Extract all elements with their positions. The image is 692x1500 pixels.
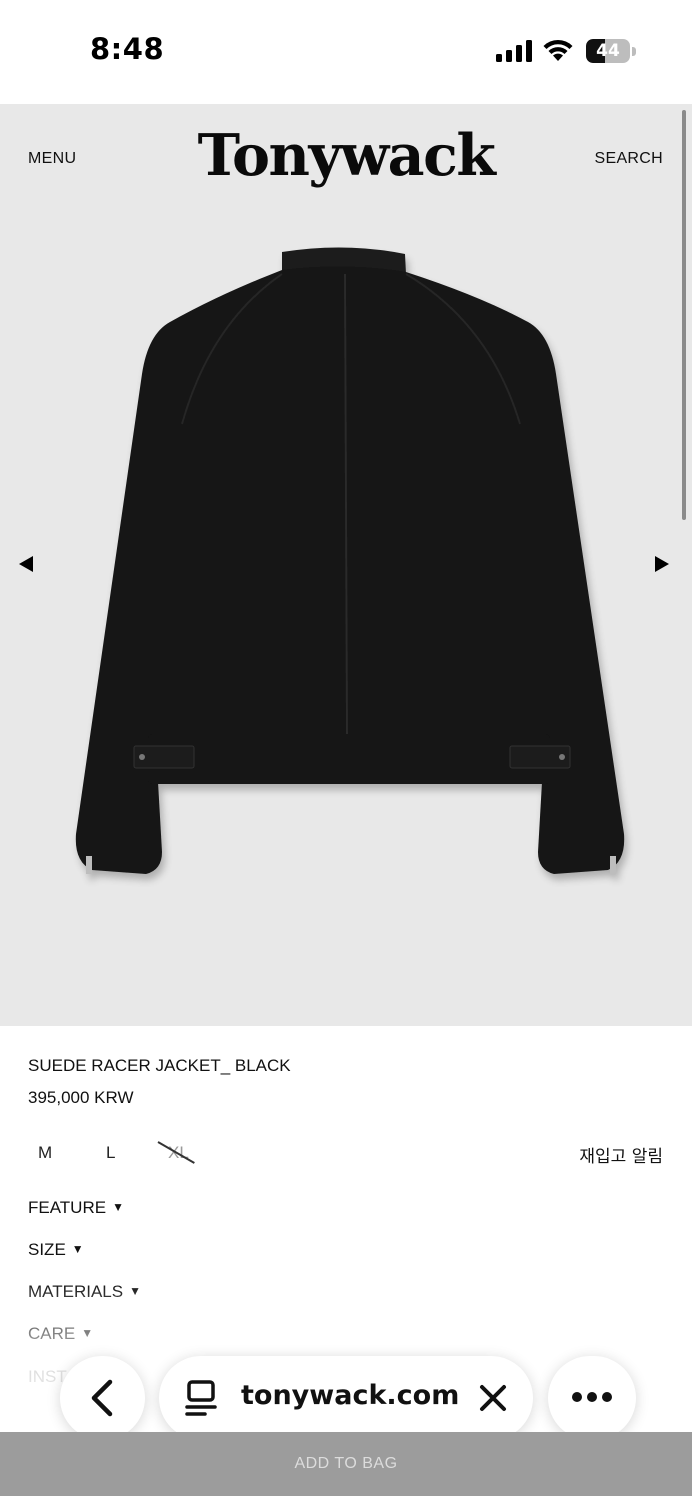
product-image — [75, 247, 625, 874]
accordion-size-label: SIZE — [28, 1240, 66, 1259]
clear-icon[interactable] — [477, 1382, 509, 1414]
brand-logo[interactable]: Tonywack — [0, 122, 692, 189]
caret-down-icon: ▼ — [129, 1284, 141, 1298]
product-price: 395,000 KRW — [28, 1088, 134, 1107]
back-chevron-icon — [91, 1379, 113, 1417]
battery-level: 44 — [596, 41, 620, 61]
accordion-materials[interactable]: MATERIALS ▼ — [28, 1282, 141, 1302]
status-time: 8:48 — [90, 32, 165, 66]
browser-back-button[interactable] — [60, 1356, 145, 1440]
triangle-right-icon[interactable] — [655, 556, 669, 572]
battery-cap — [632, 47, 636, 56]
caret-down-icon: ▼ — [112, 1200, 124, 1214]
accordion-instructions-label: INST — [28, 1367, 67, 1386]
add-to-bag-button[interactable]: ADD TO BAG — [0, 1432, 692, 1496]
accordion-care-label: CARE — [28, 1324, 76, 1343]
add-to-bag-label: ADD TO BAG — [294, 1455, 398, 1472]
size-option-l[interactable]: L — [106, 1143, 115, 1163]
battery-icon: 44 — [586, 39, 636, 63]
status-bar: 8:48 44 — [0, 0, 692, 104]
size-option-m[interactable]: M — [38, 1143, 52, 1163]
caret-down-icon: ▼ — [71, 1242, 84, 1256]
caret-down-icon: ▼ — [81, 1326, 94, 1340]
accordion-materials-label: MATERIALS — [28, 1282, 124, 1301]
product-name: SUEDE RACER JACKET_ BLACK — [28, 1056, 291, 1075]
wifi-icon — [543, 39, 573, 61]
reader-icon[interactable] — [185, 1380, 217, 1416]
url-text[interactable]: tonywack.com — [241, 1380, 459, 1411]
accordion-instructions[interactable]: INST — [28, 1367, 67, 1387]
battery-body: 44 — [586, 39, 630, 63]
restock-notify-link[interactable]: 재입고 알림 — [579, 1142, 663, 1167]
signal-icon — [496, 40, 532, 62]
accordion-size[interactable]: SIZE ▼ — [28, 1240, 84, 1260]
search-link[interactable]: SEARCH — [595, 150, 663, 168]
more-options-button[interactable] — [548, 1356, 636, 1440]
triangle-left-icon[interactable] — [19, 556, 33, 572]
address-bar[interactable]: tonywack.com — [159, 1356, 533, 1440]
accordion-feature[interactable]: FEATURE ▼ — [28, 1198, 124, 1218]
accordion-care[interactable]: CARE ▼ — [28, 1324, 93, 1344]
accordion-feature-label: FEATURE — [28, 1198, 107, 1217]
product-gallery: MENU Tonywack SEARCH — [0, 104, 692, 1026]
more-icon — [572, 1392, 612, 1402]
